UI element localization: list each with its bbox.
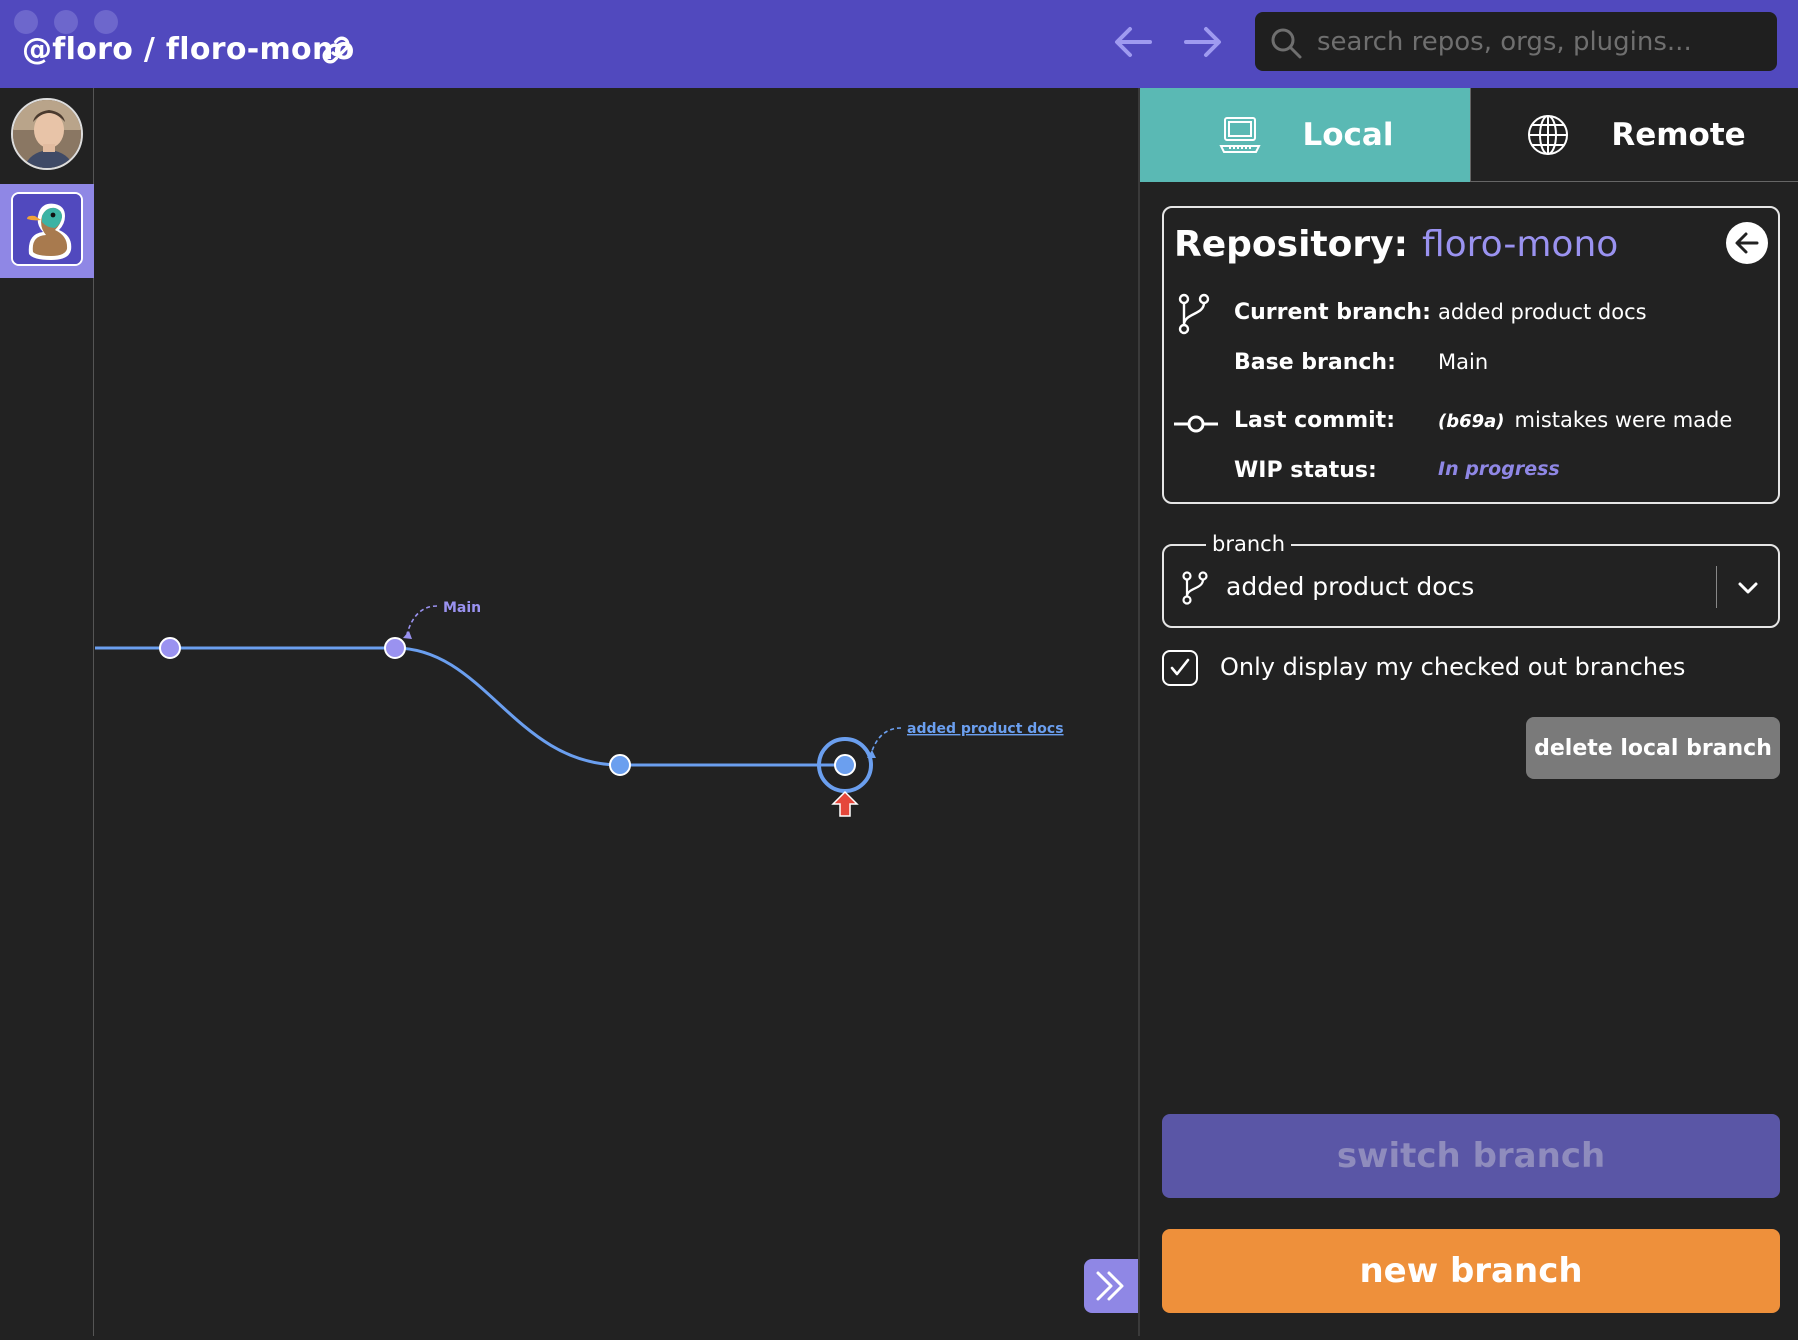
wip-status-value: In progress (1438, 458, 1560, 480)
commit-node-main[interactable] (384, 637, 406, 659)
duck-plugin-icon (11, 192, 83, 266)
laptop-icon (1218, 117, 1261, 153)
commit-sha: (b69a) (1438, 411, 1505, 432)
link-icon[interactable] (318, 32, 354, 68)
git-commit-icon (1174, 415, 1218, 433)
select-divider (1716, 566, 1717, 608)
back-arrow-icon[interactable] (1110, 20, 1158, 64)
wip-status-label: WIP status: (1234, 458, 1377, 483)
base-branch-value: Main (1438, 350, 1489, 374)
branch-select[interactable]: branch added product docs (1162, 532, 1780, 628)
chevron-down-icon[interactable] (1734, 574, 1762, 602)
base-branch-row: Base branch: Main (1234, 350, 1488, 375)
side-panel: Local Remote Repository: floro-mono Curre… (1138, 88, 1798, 1336)
tab-remote-label: Remote (1611, 116, 1746, 153)
git-branch-icon (1182, 571, 1208, 605)
commit-node[interactable] (159, 637, 181, 659)
plugin-slot-selected[interactable] (0, 184, 94, 278)
left-rail (0, 88, 94, 1336)
new-branch-button[interactable]: new branch (1162, 1229, 1780, 1313)
back-circle-icon (1735, 232, 1759, 254)
commit-message: mistakes were made (1514, 408, 1733, 432)
window-minimize-button[interactable] (54, 10, 78, 34)
last-commit-label: Last commit: (1234, 408, 1395, 433)
search-box[interactable] (1255, 12, 1777, 71)
avatar[interactable] (11, 98, 83, 170)
branch-graph: Main added product docs (95, 88, 1138, 1336)
branch-select-legend: branch (1206, 532, 1291, 556)
feature-branch-line (394, 646, 845, 767)
repo-title[interactable]: @floro / floro-mono (22, 32, 355, 67)
title-bar: @floro / floro-mono (0, 0, 1798, 88)
current-branch-label: Current branch: (1234, 300, 1431, 325)
repository-heading: Repository: floro-mono (1174, 224, 1618, 265)
branch-label[interactable]: added product docs (907, 721, 1064, 737)
forward-arrow-icon[interactable] (1178, 20, 1226, 64)
search-input[interactable] (1317, 22, 1757, 62)
search-icon (1271, 28, 1302, 59)
branch-pointer (870, 727, 902, 755)
checked-out-branches-checkbox[interactable] (1162, 650, 1198, 686)
branch-select-value: added product docs (1226, 572, 1475, 601)
checkmark-icon (1170, 658, 1190, 676)
globe-icon (1528, 114, 1569, 155)
repository-name: floro-mono (1421, 224, 1619, 265)
window-close-button[interactable] (14, 10, 38, 34)
double-chevron-right-icon (1096, 1271, 1124, 1301)
main-pointer (406, 605, 438, 635)
switch-branch-button[interactable]: switch branch (1162, 1114, 1780, 1198)
git-branch-icon (1178, 293, 1210, 335)
window-zoom-button[interactable] (94, 10, 118, 34)
tab-local-label: Local (1302, 117, 1394, 153)
head-arrow-icon (831, 790, 859, 817)
expand-panel-button[interactable] (1084, 1259, 1138, 1313)
base-branch-label: Base branch: (1234, 350, 1396, 375)
current-branch-value: added product docs (1438, 300, 1647, 324)
commit-node[interactable] (609, 754, 631, 776)
delete-local-branch-button[interactable]: delete local branch (1526, 717, 1780, 779)
repository-heading-label: Repository: (1174, 224, 1408, 265)
main-label: Main (443, 600, 481, 616)
repository-card: Repository: floro-mono Current branch: ad… (1162, 206, 1780, 504)
head-commit-node[interactable] (834, 754, 856, 776)
current-branch-row: Current branch: added product docs (1234, 300, 1647, 325)
last-commit-row: Last commit: (b69a) mistakes were made (1234, 408, 1732, 433)
wip-status-row: WIP status: In progress (1234, 458, 1560, 483)
back-circle-button[interactable] (1726, 222, 1768, 264)
checkbox-label[interactable]: Only display my checked out branches (1220, 653, 1685, 681)
tab-remote[interactable]: Remote (1470, 88, 1798, 182)
tab-local[interactable]: Local (1140, 88, 1470, 182)
